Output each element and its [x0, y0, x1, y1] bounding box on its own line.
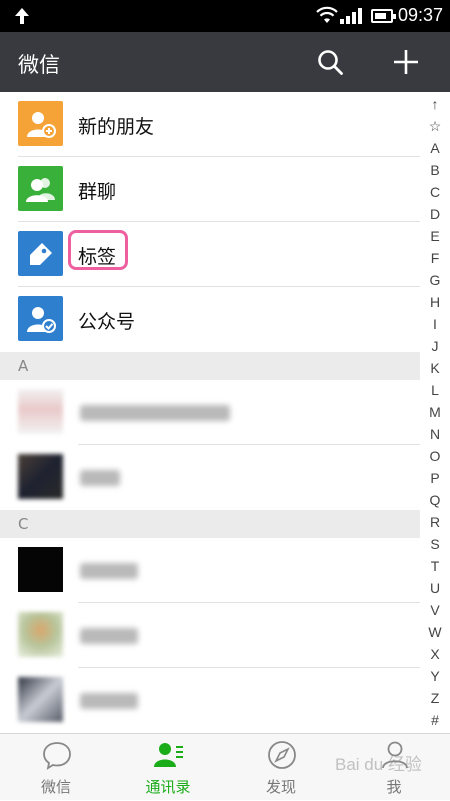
- upload-arrow-icon: [15, 8, 29, 24]
- menu-item-new-friends[interactable]: 新的朋友: [0, 92, 420, 157]
- add-icon[interactable]: [392, 48, 420, 76]
- alphabet-index-letter[interactable]: A: [424, 137, 446, 159]
- avatar: [18, 454, 63, 499]
- contact-row[interactable]: [0, 445, 420, 510]
- contacts-icon: [154, 743, 183, 767]
- tab-chats[interactable]: 微信: [6, 734, 106, 801]
- alphabet-index-letter[interactable]: K: [424, 357, 446, 379]
- alphabet-index-letter[interactable]: V: [424, 599, 446, 621]
- alphabet-index-letter[interactable]: D: [424, 203, 446, 225]
- tab-label: 发现: [265, 778, 296, 796]
- section-header-a: A: [0, 352, 420, 380]
- alphabet-index-letter[interactable]: Q: [424, 489, 446, 511]
- alphabet-index-letter[interactable]: R: [424, 511, 446, 533]
- alphabet-index-letter[interactable]: Y: [424, 665, 446, 687]
- watermark: Bai du 经验: [335, 755, 422, 774]
- alphabet-index-letter[interactable]: E: [424, 225, 446, 247]
- menu-item-tags[interactable]: 标签: [0, 222, 420, 287]
- tab-label: 我: [386, 778, 402, 796]
- tab-discover[interactable]: 发现: [231, 734, 331, 801]
- alphabet-index-letter[interactable]: C: [424, 181, 446, 203]
- alphabet-index-letter[interactable]: U: [424, 577, 446, 599]
- alphabet-index-letter[interactable]: T: [424, 555, 446, 577]
- alphabet-index-letter[interactable]: M: [424, 401, 446, 423]
- section-header-c: C: [0, 510, 420, 538]
- avatar: [18, 389, 63, 434]
- alphabet-index-letter[interactable]: H: [424, 291, 446, 313]
- alphabet-index-letter[interactable]: #: [424, 709, 446, 731]
- contact-name-blurred: [80, 693, 138, 709]
- alphabet-index-letter[interactable]: S: [424, 533, 446, 555]
- search-icon[interactable]: [316, 48, 344, 76]
- contact-name-blurred: [80, 563, 138, 579]
- status-bar: 09:37: [0, 0, 450, 32]
- contact-list: 新的朋友 群聊 标签 公众号 A C: [0, 92, 420, 733]
- new-friend-icon: [18, 101, 63, 146]
- alphabet-index-letter[interactable]: W: [424, 621, 446, 643]
- contact-name-blurred: [80, 470, 120, 486]
- contact-row[interactable]: [0, 668, 420, 733]
- wifi-icon: [316, 6, 338, 23]
- app-header: 微信: [0, 32, 450, 92]
- alphabet-index-letter[interactable]: O: [424, 445, 446, 467]
- status-time: 09:37: [398, 5, 444, 25]
- alphabet-index-letter[interactable]: B: [424, 159, 446, 181]
- page-title: 微信: [18, 53, 60, 77]
- alphabet-index-letter[interactable]: Z: [424, 687, 446, 709]
- chat-bubble-icon: [43, 742, 71, 770]
- group-chat-icon: [18, 166, 63, 211]
- alphabet-index-letter[interactable]: J: [424, 335, 446, 357]
- alphabet-index-letter[interactable]: L: [424, 379, 446, 401]
- official-account-icon: [18, 296, 63, 341]
- avatar: [18, 677, 63, 722]
- alphabet-index-letter[interactable]: N: [424, 423, 446, 445]
- avatar: [18, 612, 63, 657]
- tab-contacts[interactable]: 通讯录: [118, 734, 218, 801]
- menu-item-group-chats[interactable]: 群聊: [0, 157, 420, 222]
- alphabet-index-letter[interactable]: ☆: [424, 115, 446, 137]
- menu-item-label: 群聊: [78, 181, 117, 203]
- compass-icon: [268, 741, 296, 769]
- alphabet-index-letter[interactable]: F: [424, 247, 446, 269]
- tag-highlight-annotation: [68, 230, 128, 270]
- contact-row[interactable]: [0, 538, 420, 603]
- menu-item-label: 公众号: [78, 311, 136, 333]
- tab-label: 通讯录: [145, 778, 191, 796]
- signal-icon: [340, 8, 362, 24]
- alphabet-index-letter[interactable]: P: [424, 467, 446, 489]
- alphabet-index[interactable]: ↑ ☆ A B C D E F G H I J K L M N O P Q R S T U V W X Y Z #: [424, 93, 446, 731]
- contact-name-blurred: [80, 628, 138, 644]
- menu-item-official-accounts[interactable]: 公众号: [0, 287, 420, 352]
- alphabet-index-letter[interactable]: G: [424, 269, 446, 291]
- contact-row[interactable]: [0, 603, 420, 668]
- contact-row[interactable]: [0, 380, 420, 445]
- tab-label: 微信: [40, 778, 71, 796]
- tag-icon: [18, 231, 63, 276]
- alphabet-index-letter[interactable]: ↑: [424, 93, 446, 115]
- alphabet-index-letter[interactable]: I: [424, 313, 446, 335]
- menu-item-label: 新的朋友: [78, 116, 155, 138]
- contact-name-blurred: [80, 405, 230, 421]
- alphabet-index-letter[interactable]: X: [424, 643, 446, 665]
- battery-icon: [371, 9, 396, 23]
- avatar: [18, 547, 63, 592]
